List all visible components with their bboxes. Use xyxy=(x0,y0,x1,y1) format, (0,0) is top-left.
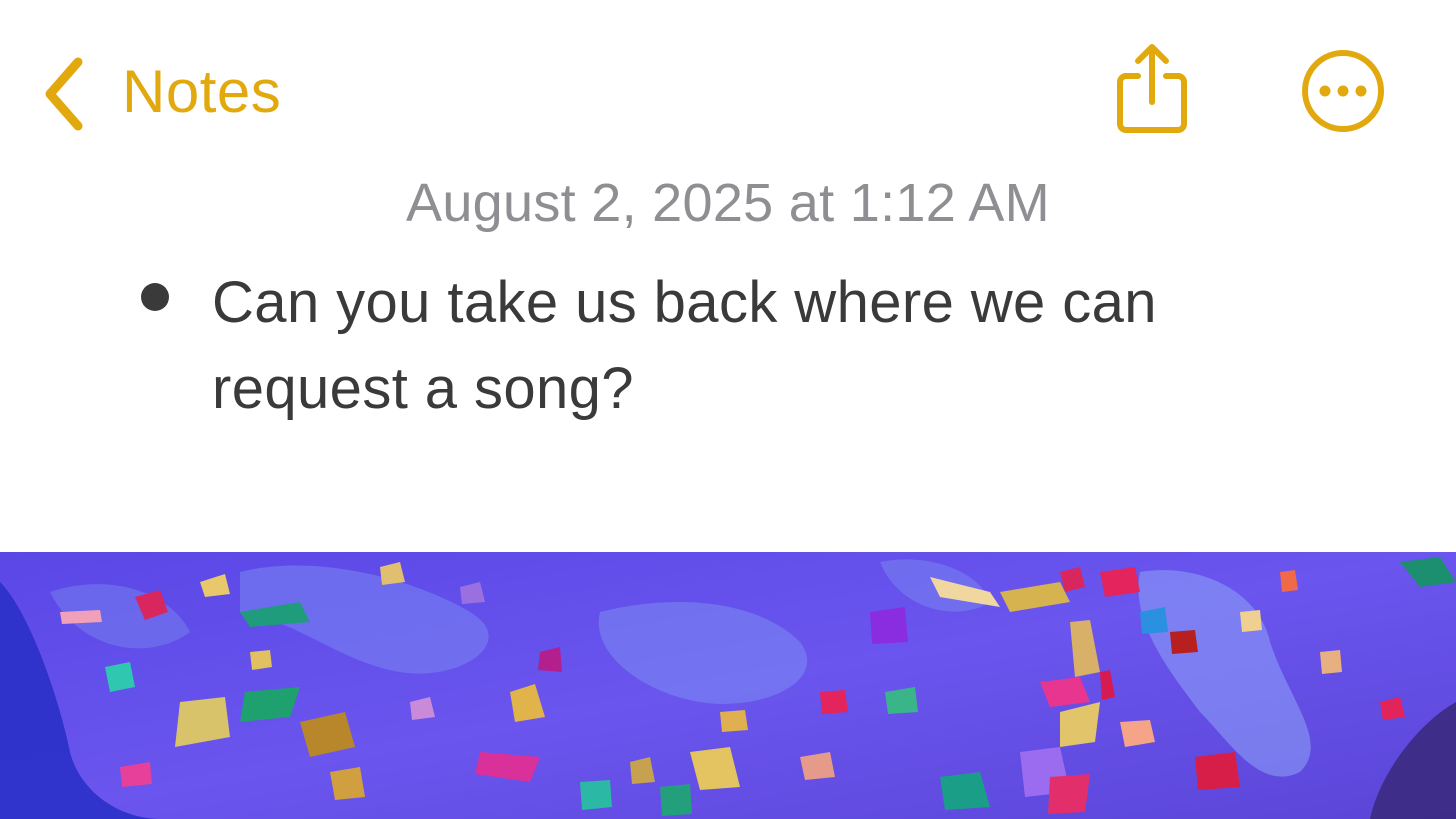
ellipsis-circle-icon[interactable] xyxy=(1298,46,1388,136)
note-body[interactable]: Can you take us back where we can reques… xyxy=(0,260,1456,432)
share-icon[interactable] xyxy=(1108,40,1196,140)
back-button[interactable]: Notes xyxy=(36,48,281,136)
chevron-left-icon xyxy=(45,57,83,131)
confetti-photo xyxy=(0,552,1456,819)
bullet-text: Can you take us back where we can reques… xyxy=(212,270,1157,421)
note-timestamp: August 2, 2025 at 1:12 AM xyxy=(406,173,1050,233)
note-screen: Notes August 2, 2025 at 1:12 AM Can you … xyxy=(0,0,1456,819)
bullet-list-item[interactable]: Can you take us back where we can reques… xyxy=(0,260,1312,432)
back-button-label: Notes xyxy=(122,58,282,125)
photo-attachment[interactable] xyxy=(0,552,1456,819)
navigation-bar: Notes xyxy=(0,0,1456,160)
